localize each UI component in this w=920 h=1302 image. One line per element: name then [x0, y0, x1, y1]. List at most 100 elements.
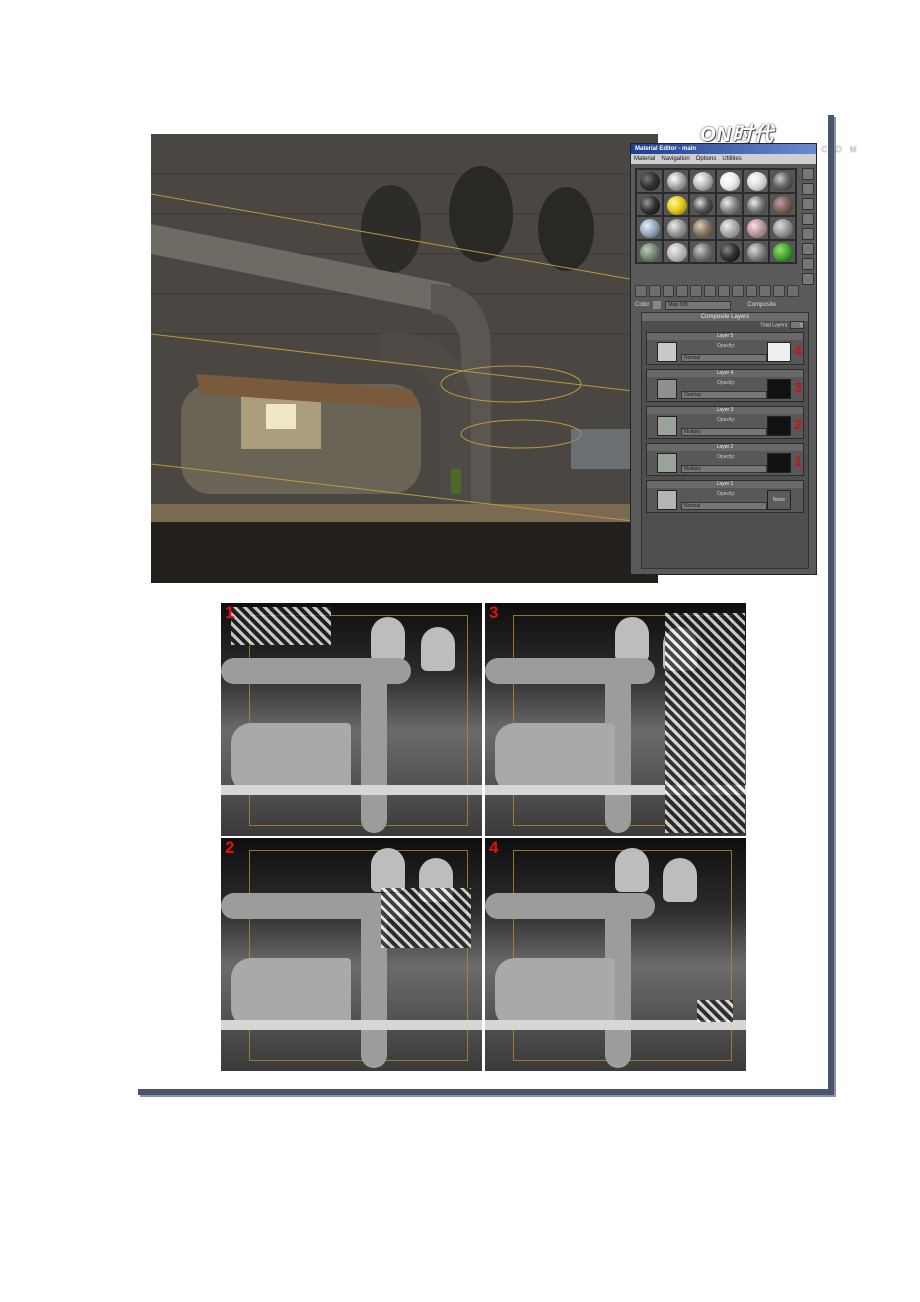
menu-material[interactable]: Material	[634, 154, 655, 164]
uv-tiling-icon[interactable]	[802, 213, 814, 225]
sample-slot[interactable]	[690, 170, 715, 192]
go-forward-icon[interactable]	[787, 285, 799, 297]
sample-slot[interactable]	[637, 240, 662, 262]
viewport-label: 1	[225, 603, 235, 622]
layer-block-1: Layer 1 Opacity: Normal None	[646, 480, 804, 513]
go-to-parent-icon[interactable]	[773, 285, 786, 297]
tank	[495, 723, 615, 793]
viewport-label: 3	[489, 603, 499, 622]
sample-slot[interactable]	[637, 193, 662, 215]
layer-mask-thumbnail[interactable]	[767, 342, 791, 362]
sample-slot[interactable]	[690, 240, 715, 262]
sample-slot[interactable]	[716, 193, 742, 215]
sample-slot[interactable]	[770, 193, 795, 215]
layer-mask-thumbnail[interactable]	[767, 416, 791, 436]
sample-slot[interactable]	[663, 170, 689, 192]
sample-slot[interactable]	[637, 217, 662, 239]
industrial-scene-drawing	[151, 134, 658, 583]
panel-title[interactable]: Composite Layers	[642, 313, 808, 321]
walkway	[221, 1020, 482, 1030]
menu-utilities[interactable]: Utilities	[722, 154, 741, 164]
layer-texture-thumbnail[interactable]	[657, 490, 677, 510]
blend-mode-dropdown[interactable]: Multiply	[681, 465, 767, 473]
layer-texture-thumbnail[interactable]	[657, 342, 677, 362]
layer-name[interactable]: Layer 4	[647, 370, 803, 377]
blend-mode-dropdown[interactable]: Overlay	[681, 391, 767, 399]
make-copy-icon[interactable]	[690, 285, 703, 297]
make-preview-icon[interactable]	[802, 243, 814, 255]
layer-texture-thumbnail[interactable]	[657, 379, 677, 399]
put-material-icon[interactable]	[648, 285, 661, 297]
sample-slot[interactable]	[716, 217, 742, 239]
menu-options[interactable]: Options	[696, 154, 717, 164]
backlight-icon[interactable]	[802, 183, 814, 195]
eyedropper-icon[interactable]	[653, 301, 662, 309]
menu-bar: Material Navigation Options Utilities	[631, 154, 816, 164]
layer-name[interactable]: Layer 3	[647, 407, 803, 414]
layer-mask-thumbnail[interactable]	[767, 379, 791, 399]
viewport-4: 4	[485, 838, 746, 1071]
blend-mode-dropdown[interactable]: Multiply	[681, 428, 767, 436]
menu-navigation[interactable]: Navigation	[661, 154, 689, 164]
composite-layers-panel: Composite Layers Total Layers: 5 Layer 5…	[641, 312, 809, 569]
sample-type-icon[interactable]	[802, 168, 814, 180]
layer-name[interactable]: Layer 5	[647, 333, 803, 340]
layer-name[interactable]: Layer 1	[647, 481, 803, 488]
total-layers-spinner[interactable]: 5	[790, 321, 804, 329]
map-type-button[interactable]: Composite	[747, 302, 776, 308]
get-material-icon[interactable]	[635, 285, 647, 297]
layer-marker-number: 3	[794, 379, 802, 395]
make-unique-icon[interactable]	[704, 285, 716, 297]
sample-slot[interactable]	[690, 217, 715, 239]
sample-slot[interactable]	[770, 240, 795, 262]
show-map-icon[interactable]	[745, 285, 758, 297]
reset-map-icon[interactable]	[676, 285, 689, 297]
mask-overlay	[665, 613, 745, 833]
tank	[495, 958, 615, 1028]
vent-hood	[371, 848, 405, 892]
color-label: Color	[635, 302, 650, 308]
blend-mode-dropdown[interactable]: Normal	[681, 502, 767, 510]
sample-slot[interactable]	[716, 240, 742, 262]
layer-name[interactable]: Layer 2	[647, 444, 803, 451]
layer-mask-none-button[interactable]: None	[767, 490, 791, 510]
sample-slot[interactable]	[743, 217, 769, 239]
layer-block-2: Layer 2 Opacity: Multiply 1	[646, 443, 804, 476]
total-layers-label: Total Layers:	[760, 322, 789, 329]
sample-slot[interactable]	[743, 193, 769, 215]
mask-overlay	[231, 607, 331, 645]
layer-marker-number: 4	[794, 342, 802, 358]
select-by-material-icon[interactable]	[802, 273, 814, 285]
show-end-result-icon[interactable]	[759, 285, 772, 297]
sample-slot[interactable]	[770, 217, 795, 239]
mask-overlay	[381, 888, 471, 948]
layer-texture-thumbnail[interactable]	[657, 453, 677, 473]
opacity-label: Opacity:	[717, 343, 736, 349]
sample-slot[interactable]	[663, 240, 689, 262]
blend-mode-dropdown[interactable]: Normal	[681, 354, 767, 362]
layer-texture-thumbnail[interactable]	[657, 416, 677, 436]
material-id-icon[interactable]	[731, 285, 744, 297]
layer-marker-number: 1	[794, 453, 802, 469]
sample-slot[interactable]	[770, 170, 795, 192]
sample-slot[interactable]	[663, 217, 689, 239]
map-name-field[interactable]: Map #28	[665, 300, 732, 310]
sample-slot[interactable]	[663, 193, 689, 215]
sample-slot[interactable]	[716, 170, 742, 192]
sample-slot[interactable]	[690, 193, 715, 215]
sample-slot[interactable]	[743, 240, 769, 262]
options-icon[interactable]	[802, 258, 814, 270]
layer-mask-thumbnail[interactable]	[767, 453, 791, 473]
assign-material-icon[interactable]	[662, 285, 675, 297]
vent-hood	[615, 617, 649, 661]
sample-slot[interactable]	[743, 170, 769, 192]
opacity-label: Opacity:	[717, 380, 736, 386]
viewport-label: 4	[489, 838, 499, 857]
put-to-library-icon[interactable]	[717, 285, 730, 297]
background-icon[interactable]	[802, 198, 814, 210]
video-check-icon[interactable]	[802, 228, 814, 240]
viewport-3: 3	[485, 603, 746, 836]
sample-slot[interactable]	[637, 170, 662, 192]
material-editor-window: Material Editor - main Material Navigati…	[630, 143, 817, 575]
opacity-label: Opacity:	[717, 417, 736, 423]
